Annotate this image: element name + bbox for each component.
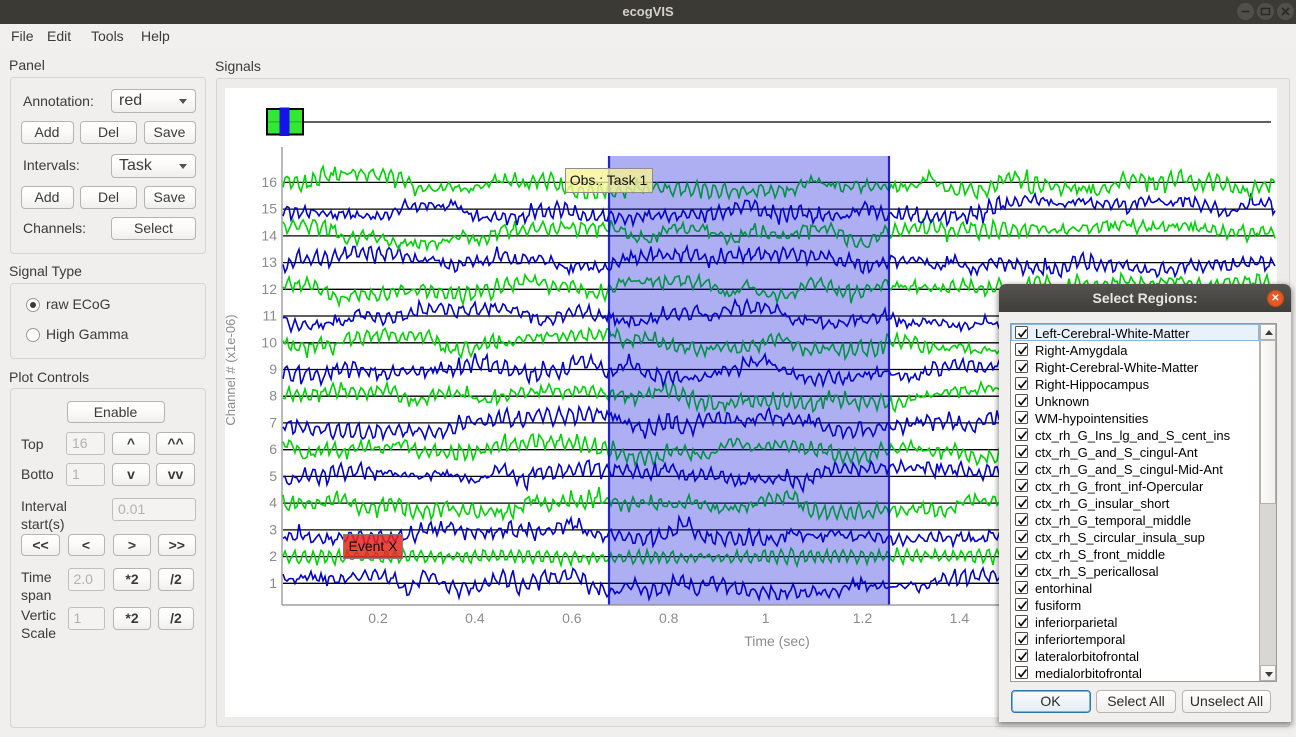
svg-text:7: 7: [269, 414, 277, 430]
svg-text:13: 13: [261, 254, 277, 270]
svg-text:4: 4: [269, 495, 277, 511]
svg-text:Channel # (x1e-06): Channel # (x1e-06): [225, 314, 238, 425]
svg-text:16: 16: [261, 174, 277, 190]
svg-text:1: 1: [269, 575, 277, 591]
svg-text:15: 15: [261, 201, 277, 217]
svg-text:8: 8: [269, 388, 277, 404]
svg-text:1.4: 1.4: [950, 610, 970, 626]
svg-text:Time (sec): Time (sec): [744, 633, 810, 649]
svg-text:3: 3: [269, 521, 277, 537]
svg-text:1: 1: [762, 610, 770, 626]
svg-text:10: 10: [261, 334, 277, 350]
svg-text:0.8: 0.8: [659, 610, 679, 626]
svg-text:0.6: 0.6: [562, 610, 582, 626]
svg-text:11: 11: [262, 308, 277, 324]
svg-text:9: 9: [269, 361, 277, 377]
svg-text:0.4: 0.4: [465, 610, 485, 626]
svg-text:1.2: 1.2: [853, 610, 873, 626]
svg-text:2: 2: [269, 548, 277, 564]
svg-text:12: 12: [261, 281, 277, 297]
svg-text:0.2: 0.2: [368, 610, 388, 626]
svg-text:14: 14: [261, 227, 277, 243]
svg-text:6: 6: [269, 441, 277, 457]
svg-text:5: 5: [269, 468, 277, 484]
